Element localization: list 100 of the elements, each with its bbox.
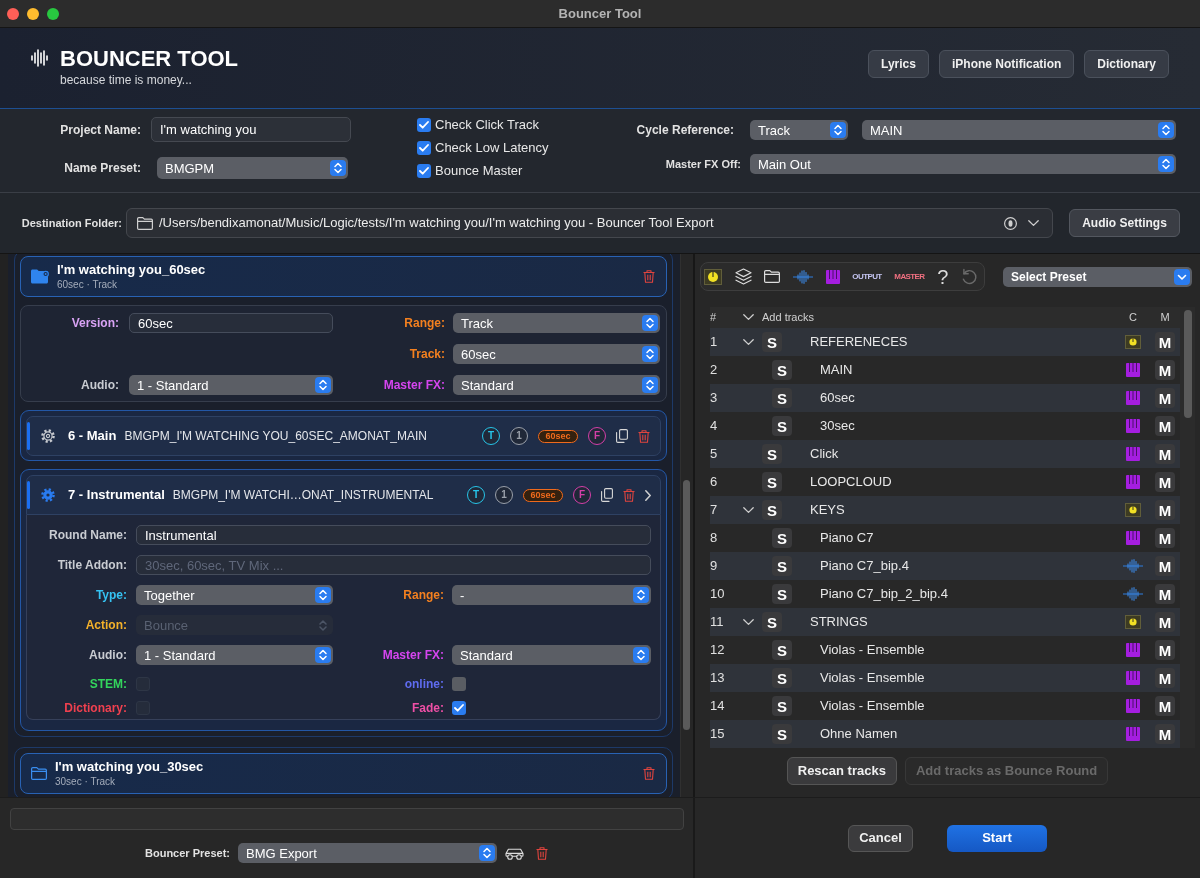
dropdown[interactable]: BMG Export	[238, 843, 497, 863]
solo-button[interactable]: S	[772, 388, 792, 408]
audio-settings-button[interactable]: Audio Settings	[1069, 209, 1180, 237]
trash-icon[interactable]	[643, 270, 655, 283]
mute-button[interactable]: M	[1155, 388, 1175, 408]
chevron-down-icon[interactable]	[1028, 219, 1039, 227]
footer-button[interactable]: Cancel	[848, 824, 913, 852]
dropdown[interactable]: -	[452, 585, 651, 605]
action-button[interactable]: Rescan tracks	[786, 757, 897, 785]
chevron-down-icon[interactable]	[743, 506, 754, 514]
dropdown[interactable]: Main Out	[750, 154, 1176, 174]
folder-icon[interactable]	[764, 270, 781, 283]
version-header[interactable]: I'm watching you_30sec 30sec · Track	[20, 753, 667, 794]
scrollbar-thumb[interactable]	[1184, 310, 1192, 418]
solo-button[interactable]: S	[772, 528, 792, 548]
solo-button[interactable]: S	[772, 640, 792, 660]
gear-icon[interactable]	[41, 488, 55, 502]
mute-button[interactable]: M	[1155, 416, 1175, 436]
dropdown[interactable]: Standard	[452, 645, 651, 665]
zoom-button[interactable]	[47, 7, 59, 20]
piano-keys-icon[interactable]	[825, 269, 840, 284]
trash-icon[interactable]	[536, 846, 548, 860]
solo-button[interactable]: S	[772, 584, 792, 604]
mute-button[interactable]: M	[1155, 472, 1175, 492]
track-row[interactable]: 9 S Piano C7_bip.4 M	[710, 552, 1180, 580]
solo-button[interactable]: S	[772, 556, 792, 576]
master-button[interactable]: MASTER	[894, 272, 925, 281]
copy-icon[interactable]	[616, 429, 628, 443]
dropdown[interactable]: 60sec	[453, 344, 660, 364]
waveform-icon[interactable]	[793, 269, 813, 284]
solo-button[interactable]: S	[772, 696, 792, 716]
checkbox[interactable]	[452, 701, 466, 715]
help-button[interactable]: ?	[937, 266, 949, 287]
solo-button[interactable]: S	[762, 612, 782, 632]
track-row[interactable]: 13 S Violas - Ensemble M	[710, 664, 1180, 692]
car-icon[interactable]	[505, 846, 524, 860]
dropdown[interactable]: Track	[453, 313, 660, 333]
track-row[interactable]: 3 S 60sec M	[710, 384, 1180, 412]
dropdown[interactable]: BMGPM	[157, 157, 348, 179]
output-button[interactable]: OUTPUT	[852, 272, 882, 281]
text-field[interactable]: 30sec, 60sec, TV Mix ...	[136, 555, 651, 575]
undo-icon[interactable]	[961, 268, 977, 285]
scrollbar-thumb[interactable]	[683, 480, 690, 730]
preset-dropdown[interactable]: Select Preset	[1003, 266, 1192, 287]
dropdown[interactable]: MAIN	[862, 120, 1176, 140]
text-field[interactable]: Instrumental	[136, 525, 651, 545]
round-header[interactable]: 7 - Instrumental BMGPM_I'M WATCHI…ONAT_INSTRUMENTAL T 1 60sec F	[26, 475, 661, 515]
mute-button[interactable]: M	[1155, 528, 1175, 548]
mute-button[interactable]: M	[1155, 360, 1175, 380]
mute-button[interactable]: M	[1155, 696, 1175, 716]
dropdown[interactable]: Standard	[453, 375, 660, 395]
round-header[interactable]: 6 - Main BMGPM_I'M WATCHING YOU_60SEC_AMONAT_MAIN T 1 60sec F	[26, 416, 661, 456]
copy-icon[interactable]	[601, 488, 613, 502]
track-row[interactable]: 15 S Ohne Namen M	[710, 720, 1180, 748]
checkbox[interactable]	[417, 141, 431, 155]
chevron-down-icon[interactable]	[743, 314, 754, 321]
header-button[interactable]: iPhone Notification	[938, 50, 1075, 78]
checkbox[interactable]	[417, 118, 431, 132]
mute-button[interactable]: M	[1155, 668, 1175, 688]
chevron-down-icon[interactable]	[743, 338, 754, 346]
header-button[interactable]: Lyrics	[868, 50, 929, 78]
mute-button[interactable]: M	[1155, 612, 1175, 632]
trash-icon[interactable]	[638, 429, 650, 443]
checkbox-label[interactable]: Bounce Master	[435, 161, 523, 181]
checkbox[interactable]	[417, 164, 431, 178]
layers-icon[interactable]	[734, 268, 752, 285]
text-field[interactable]: I'm watching you	[151, 117, 351, 142]
path-field[interactable]: /Users/bendixamonat/Music/Logic/tests/I'm watching you/I'm watching you - Bouncer Tool Export	[126, 208, 1053, 238]
track-row[interactable]: 7 S KEYS M	[710, 496, 1180, 524]
solo-button[interactable]: S	[772, 668, 792, 688]
solo-button[interactable]: S	[772, 360, 792, 380]
version-header[interactable]: I'm watching you_60sec 60sec · Track	[20, 256, 667, 297]
mute-button[interactable]: M	[1155, 640, 1175, 660]
trash-icon[interactable]	[643, 767, 655, 780]
mute-button[interactable]: M	[1155, 556, 1175, 576]
track-row[interactable]: 11 S STRINGS M	[710, 608, 1180, 636]
checkbox-label[interactable]: Check Low Latency	[435, 138, 549, 158]
mute-button[interactable]: M	[1155, 332, 1175, 352]
track-row[interactable]: 5 S Click M	[710, 440, 1180, 468]
solo-button[interactable]: S	[762, 444, 782, 464]
checkbox[interactable]	[452, 677, 466, 691]
dropdown[interactable]: Track	[750, 120, 848, 140]
mute-button[interactable]: M	[1155, 444, 1175, 464]
solo-button[interactable]: S	[772, 724, 792, 744]
dropdown[interactable]: 1 - Standard	[129, 375, 333, 395]
solo-button[interactable]: S	[772, 416, 792, 436]
mute-button[interactable]: M	[1155, 500, 1175, 520]
minimize-button[interactable]	[27, 7, 39, 20]
solo-button[interactable]: S	[762, 332, 782, 352]
gear-icon[interactable]	[41, 429, 55, 443]
solo-button[interactable]: S	[762, 500, 782, 520]
chevron-right-icon[interactable]	[645, 489, 651, 501]
close-button[interactable]	[7, 7, 19, 20]
header-button[interactable]: Dictionary	[1084, 50, 1169, 78]
dropdown[interactable]: Together	[136, 585, 333, 605]
dropdown[interactable]: 1 - Standard	[136, 645, 333, 665]
trash-icon[interactable]	[623, 488, 635, 502]
track-row[interactable]: 1 S REFERENECES M	[710, 328, 1180, 356]
chevron-down-icon[interactable]	[743, 618, 754, 626]
disc-icon[interactable]	[1004, 216, 1017, 230]
